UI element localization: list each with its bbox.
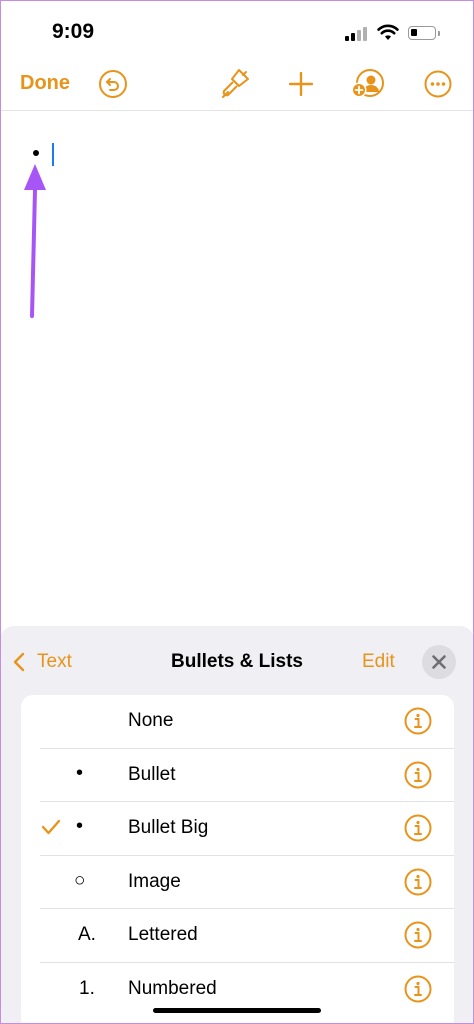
battery-icon bbox=[408, 26, 440, 40]
home-indicator[interactable] bbox=[153, 1008, 321, 1013]
list-item-label: Numbered bbox=[128, 977, 217, 999]
list-item-bullet[interactable]: • Bullet bbox=[21, 749, 454, 802]
cellular-signal-icon bbox=[345, 27, 371, 41]
done-button[interactable]: Done bbox=[20, 72, 70, 95]
numbered-marker: 1. bbox=[79, 977, 95, 999]
checkmark-icon bbox=[41, 819, 61, 835]
close-button[interactable] bbox=[422, 645, 456, 679]
info-icon[interactable] bbox=[404, 707, 432, 735]
list-style-list: None • Bullet • Bullet Big ○ Image A. Le… bbox=[21, 695, 454, 1024]
document-bullet bbox=[33, 150, 39, 156]
list-item-label: Image bbox=[128, 870, 181, 892]
list-item-label: Lettered bbox=[128, 924, 198, 945]
list-item-label: None bbox=[128, 710, 174, 731]
info-icon[interactable] bbox=[404, 814, 432, 842]
image-marker: ○ bbox=[74, 869, 86, 891]
list-item-image[interactable]: ○ Image bbox=[21, 856, 454, 909]
info-icon[interactable] bbox=[404, 975, 432, 1003]
text-cursor bbox=[52, 143, 54, 166]
close-icon bbox=[432, 655, 446, 669]
wifi-icon bbox=[377, 24, 399, 40]
info-icon[interactable] bbox=[404, 921, 432, 949]
toolbar-divider bbox=[0, 110, 474, 111]
format-paintbrush-icon[interactable] bbox=[219, 67, 251, 101]
bullet-marker: • bbox=[76, 761, 84, 784]
more-options-icon[interactable] bbox=[424, 70, 452, 98]
list-item-bullet-big[interactable]: • Bullet Big bbox=[21, 802, 454, 856]
status-time: 9:09 bbox=[52, 20, 95, 43]
bullet-big-marker: • bbox=[76, 815, 84, 837]
list-item-label: Bullet bbox=[128, 763, 176, 785]
info-icon[interactable] bbox=[404, 868, 432, 896]
collaborate-icon[interactable] bbox=[351, 68, 385, 100]
info-icon[interactable] bbox=[404, 761, 432, 789]
list-item-none[interactable]: None bbox=[21, 695, 454, 749]
undo-icon[interactable] bbox=[98, 69, 128, 99]
list-item-lettered[interactable]: A. Lettered bbox=[21, 909, 454, 963]
add-icon[interactable] bbox=[289, 72, 313, 96]
lettered-marker: A. bbox=[78, 924, 96, 945]
edit-button[interactable]: Edit bbox=[362, 651, 395, 673]
annotation-arrow-icon bbox=[24, 164, 46, 318]
list-item-label: Bullet Big bbox=[128, 817, 209, 838]
panel-title: Bullets & Lists bbox=[171, 651, 303, 672]
